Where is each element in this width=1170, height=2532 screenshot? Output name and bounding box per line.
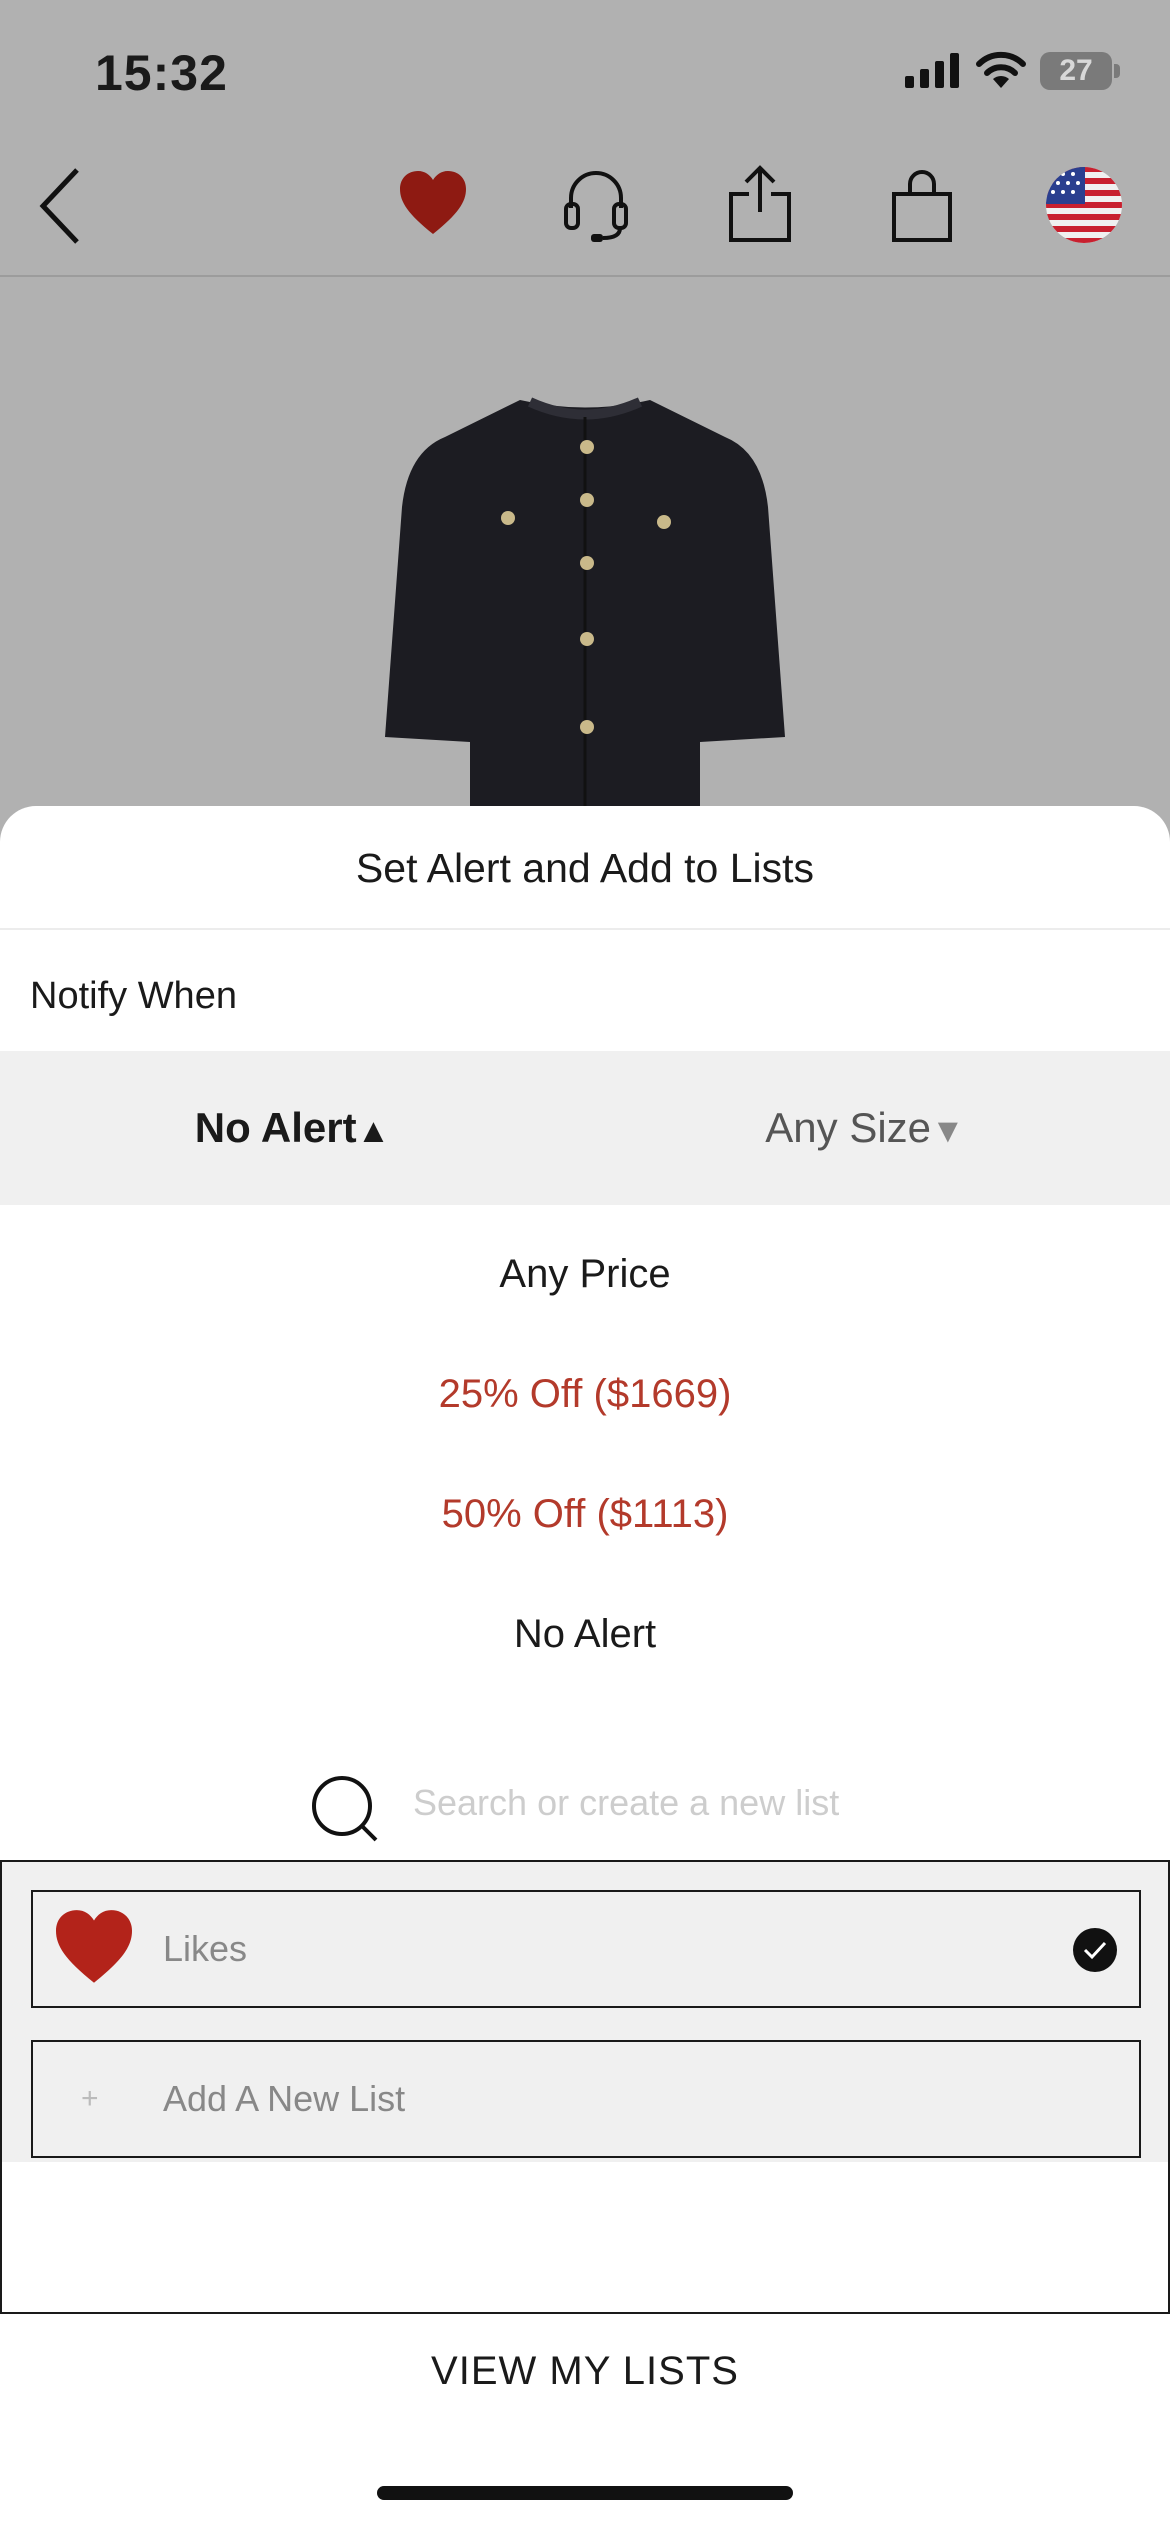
option-any-price[interactable]: Any Price bbox=[0, 1252, 1170, 1297]
notify-when-label: Notify When bbox=[30, 975, 237, 1017]
shopping-bag-icon[interactable] bbox=[890, 170, 954, 242]
list-item-label: Likes bbox=[163, 1928, 248, 1969]
sheet-title: Set Alert and Add to Lists bbox=[0, 806, 1170, 930]
wifi-icon bbox=[976, 51, 1026, 88]
headset-icon[interactable] bbox=[563, 168, 629, 244]
top-nav-bar bbox=[0, 140, 1170, 277]
battery-nub bbox=[1114, 64, 1120, 78]
heart-icon[interactable] bbox=[398, 170, 468, 236]
size-dropdown-label: Any Size bbox=[765, 1104, 932, 1151]
product-image-area[interactable] bbox=[0, 277, 1170, 810]
heart-icon bbox=[56, 1910, 132, 1983]
lists-container: Likes + Add A New List bbox=[0, 1860, 1170, 2314]
search-icon bbox=[312, 1776, 378, 1842]
us-flag-icon[interactable] bbox=[1045, 166, 1123, 244]
status-bar: 15:32 27 bbox=[0, 0, 1170, 140]
plus-icon: + bbox=[81, 2082, 99, 2115]
option-50-off[interactable]: 50% Off ($1113) bbox=[0, 1492, 1170, 1537]
cellular-signal-icon bbox=[905, 53, 959, 88]
caret-down-icon: ▼ bbox=[931, 1112, 965, 1150]
option-no-alert[interactable]: No Alert bbox=[0, 1612, 1170, 1657]
search-input[interactable]: Search or create a new list bbox=[413, 1782, 839, 1824]
alert-dropdown[interactable]: No Alert▲ bbox=[0, 1051, 585, 1205]
battery-indicator: 27 bbox=[1040, 52, 1112, 90]
list-search[interactable]: Search or create a new list bbox=[0, 1754, 1170, 1864]
alert-sheet: Set Alert and Add to Lists Notify When N… bbox=[0, 806, 1170, 2532]
alert-size-selector: No Alert▲ Any Size▼ bbox=[0, 1051, 1170, 1205]
size-dropdown[interactable]: Any Size▼ bbox=[585, 1051, 1145, 1205]
cardigan-image bbox=[385, 397, 785, 810]
back-chevron-icon[interactable] bbox=[35, 164, 85, 248]
checkmark-circle-icon[interactable] bbox=[1073, 1928, 1117, 1972]
add-new-list-label: Add A New List bbox=[163, 2078, 406, 2119]
status-time: 15:32 bbox=[95, 45, 228, 101]
alert-dropdown-label: No Alert bbox=[194, 1104, 357, 1151]
view-my-lists-button[interactable]: VIEW MY LISTS bbox=[0, 2316, 1170, 2426]
option-25-off[interactable]: 25% Off ($1669) bbox=[0, 1372, 1170, 1417]
home-indicator[interactable] bbox=[377, 2486, 793, 2500]
add-new-list-button[interactable]: + Add A New List bbox=[31, 2040, 1141, 2158]
list-item-likes[interactable]: Likes bbox=[31, 1890, 1141, 2008]
caret-up-icon: ▲ bbox=[356, 1112, 391, 1150]
share-icon[interactable] bbox=[727, 164, 793, 244]
